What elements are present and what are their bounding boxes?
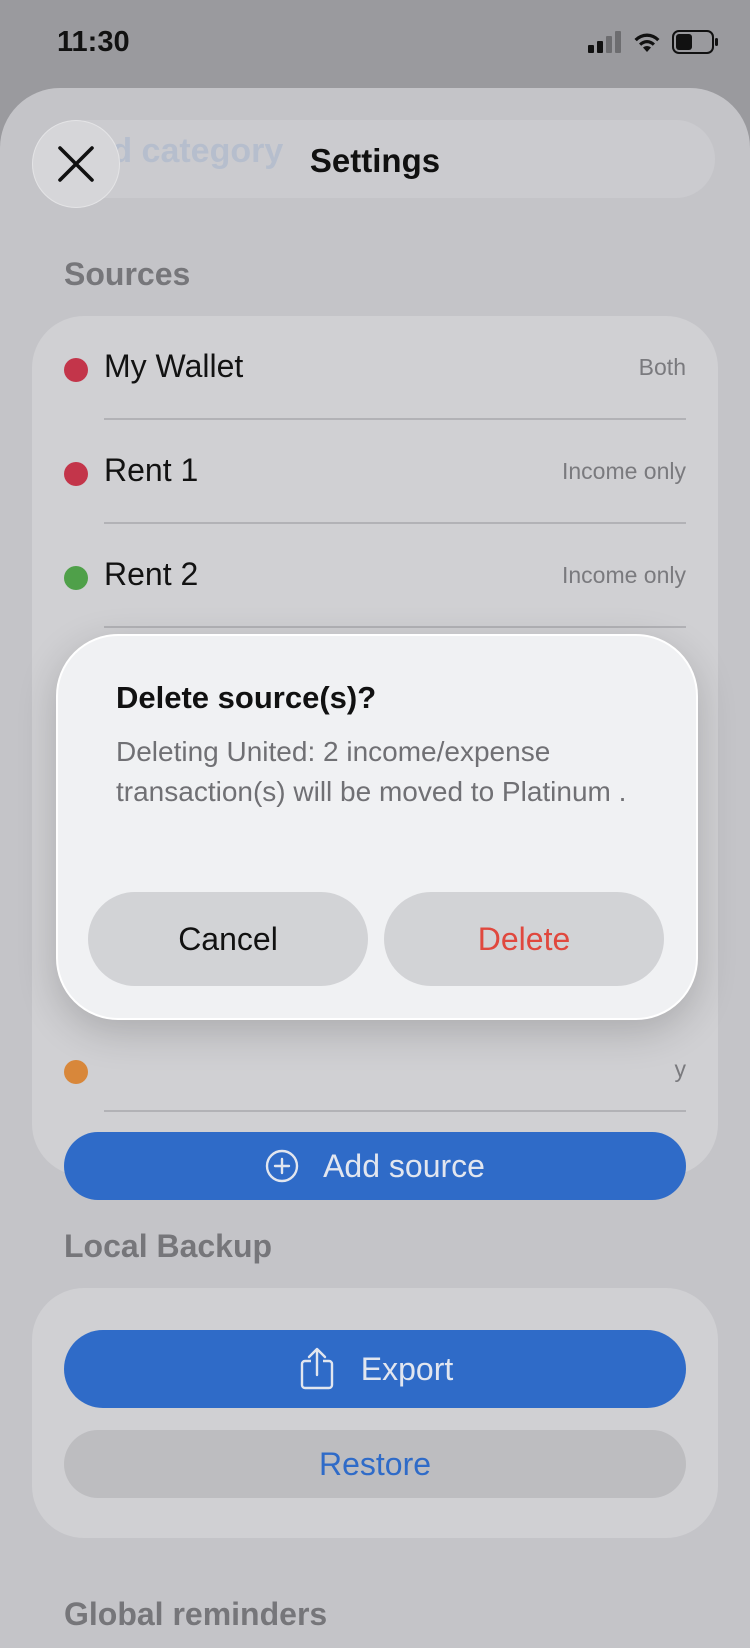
source-row[interactable]: Rent 2 Income only <box>64 524 686 628</box>
battery-icon <box>672 30 718 54</box>
share-export-icon <box>300 1347 333 1390</box>
dialog-message: Deleting United: 2 income/expense transa… <box>116 736 627 807</box>
restore-button[interactable]: Restore <box>64 1430 686 1498</box>
add-source-button[interactable]: Add source <box>64 1132 686 1200</box>
source-row[interactable]: My Wallet Both <box>64 316 686 420</box>
delete-confirmation-dialog: Delete source(s)? Deleting United: 2 inc… <box>56 634 698 1020</box>
divider <box>104 1110 686 1112</box>
source-name: My Wallet <box>104 348 244 384</box>
source-color-dot <box>64 358 88 382</box>
source-color-dot <box>64 462 88 486</box>
export-button[interactable]: Export <box>64 1330 686 1408</box>
restore-label: Restore <box>318 1445 432 1482</box>
source-kind: Income only <box>561 562 686 588</box>
plus-circle-icon <box>265 1149 299 1183</box>
export-label: Export <box>360 1350 454 1387</box>
delete-button[interactable]: Delete <box>384 892 664 986</box>
source-name: Rent 2 <box>104 556 199 592</box>
cancel-button[interactable]: Cancel <box>88 892 368 986</box>
cellular-signal-icon <box>588 31 621 53</box>
global-reminders-section-title: Global reminders <box>64 1596 328 1632</box>
page-title: Settings <box>309 142 441 179</box>
status-bar: 11:30 <box>0 0 750 88</box>
sources-section-title: Sources <box>64 256 191 292</box>
source-color-dot <box>64 566 88 590</box>
divider <box>104 626 686 628</box>
add-source-label: Add source <box>323 1147 485 1184</box>
delete-label: Delete <box>477 920 571 957</box>
hidden-source-kind-fragment: y <box>674 1056 687 1082</box>
local-backup-card: Export Restore <box>32 1288 718 1538</box>
cancel-label: Cancel <box>178 920 278 957</box>
source-name: Rent 1 <box>104 452 199 488</box>
hidden-source-color-dot <box>64 1060 88 1084</box>
status-icons <box>588 30 720 54</box>
status-time: 11:30 <box>57 26 130 58</box>
source-kind: Both <box>638 354 686 380</box>
local-backup-section-title: Local Backup <box>64 1228 273 1264</box>
source-kind: Income only <box>561 458 686 484</box>
source-row[interactable]: Rent 1 Income only <box>64 420 686 524</box>
wifi-icon <box>634 33 660 52</box>
dialog-title: Delete source(s)? <box>116 680 377 715</box>
